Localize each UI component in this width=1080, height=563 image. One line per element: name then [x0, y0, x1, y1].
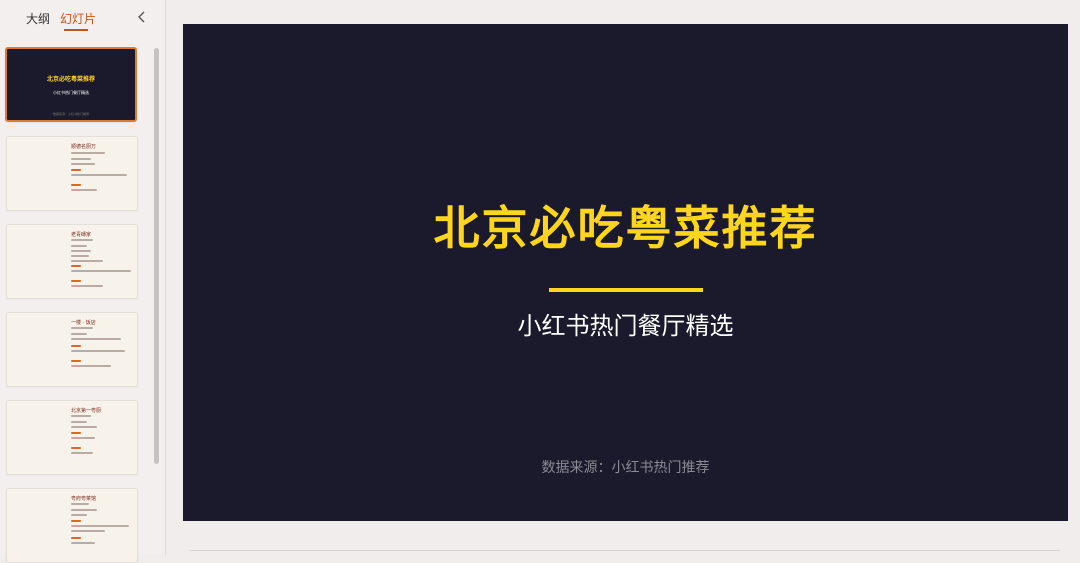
- thumb-heading: 顺德名厨万: [71, 144, 97, 150]
- thumb-text-line: [71, 169, 81, 171]
- thumb-text-line: [71, 447, 81, 449]
- thumb-heading: 老青磚家: [71, 232, 92, 238]
- tab-slides[interactable]: 幻灯片: [60, 10, 96, 27]
- thumb-text-line: [71, 280, 81, 282]
- title-divider: [549, 288, 703, 292]
- thumb-text-line: [71, 537, 81, 539]
- slide-thumbnail-5[interactable]: 北京第一粤厨: [6, 400, 138, 475]
- slide-thumbnail-6[interactable]: 粤府粤菜馆: [6, 488, 138, 563]
- slide-thumbnail-2[interactable]: 顺德名厨万: [6, 136, 138, 211]
- thumb-text-line: [71, 245, 87, 247]
- thumb-text-line: [71, 421, 87, 423]
- slide-subtitle[interactable]: 小红书热门餐厅精选: [183, 306, 1068, 341]
- thumb-text-line: [71, 360, 81, 362]
- slide-thumbnail-1[interactable]: 北京必吃粤菜推荐 小红书热门餐厅精选 数据来源：小红书热门推荐: [5, 47, 137, 122]
- thumb-text-line: [71, 174, 127, 176]
- panel-tabs: 大纲 幻灯片: [0, 0, 165, 40]
- thumb-text-line: [71, 365, 111, 367]
- thumb-heading: 粤府粤菜馆: [71, 496, 97, 502]
- thumb-text-line: [71, 530, 105, 532]
- thumb-text-line: [71, 250, 91, 252]
- slide-thumbnail-3[interactable]: 老青磚家: [6, 224, 138, 299]
- thumb-text-line: [71, 525, 129, 527]
- thumb-text-line: [71, 452, 93, 454]
- thumb-text-line: [71, 184, 81, 186]
- sidebar-scrollbar[interactable]: [154, 48, 159, 464]
- thumb-text-line: [71, 189, 97, 191]
- thumb-text-line: [71, 426, 97, 428]
- thumb-text-line: [71, 350, 125, 352]
- thumb-text-line: [71, 514, 87, 516]
- thumb-text-line: [71, 509, 97, 511]
- thumb-text-line: [71, 285, 103, 287]
- thumb-text-line: [71, 270, 131, 272]
- thumb-text-line: [71, 239, 93, 241]
- thumb-text-line: [71, 333, 87, 335]
- thumb-text-line: [71, 260, 103, 262]
- thumb-title: 北京必吃粤菜推荐: [46, 76, 95, 83]
- notes-divider: [190, 550, 1060, 551]
- thumb-text-line: [71, 437, 95, 439]
- slide-thumbnail-4[interactable]: 一楼 · 饭店: [6, 312, 138, 387]
- thumb-text-line: [71, 503, 89, 505]
- thumb-text-line: [71, 542, 95, 544]
- thumb-text-line: [71, 520, 81, 522]
- slide-canvas[interactable]: 北京必吃粤菜推荐 小红书热门餐厅精选 数据来源：小红书热门推荐: [183, 24, 1068, 521]
- tab-outline[interactable]: 大纲: [26, 10, 50, 27]
- thumb-text-line: [71, 415, 91, 417]
- slide-title[interactable]: 北京必吃粤菜推荐: [183, 192, 1068, 258]
- slides-panel: 大纲 幻灯片 北京必吃粤菜推荐 小红书热门餐厅精选 数据来源：小红书热门推荐 顺…: [0, 0, 166, 563]
- thumb-text-line: [71, 432, 81, 434]
- thumb-text-line: [71, 338, 121, 340]
- slide-source-note[interactable]: 数据来源：小红书热门推荐: [183, 457, 1068, 477]
- thumb-text-line: [71, 265, 81, 267]
- thumb-heading: 北京第一粤厨: [71, 408, 102, 414]
- thumb-text-line: [71, 327, 93, 329]
- thumb-text-line: [71, 345, 81, 347]
- thumb-text-line: [71, 158, 91, 160]
- thumb-text-line: [71, 152, 105, 154]
- thumb-source: 数据来源：小红书热门推荐: [52, 112, 89, 116]
- thumb-text-line: [71, 255, 89, 257]
- thumb-subtitle: 小红书热门餐厅精选: [53, 90, 89, 95]
- thumb-text-line: [71, 163, 95, 165]
- active-tab-indicator: [64, 29, 88, 31]
- chevron-left-icon[interactable]: [134, 8, 150, 26]
- thumb-heading: 一楼 · 饭店: [71, 320, 96, 326]
